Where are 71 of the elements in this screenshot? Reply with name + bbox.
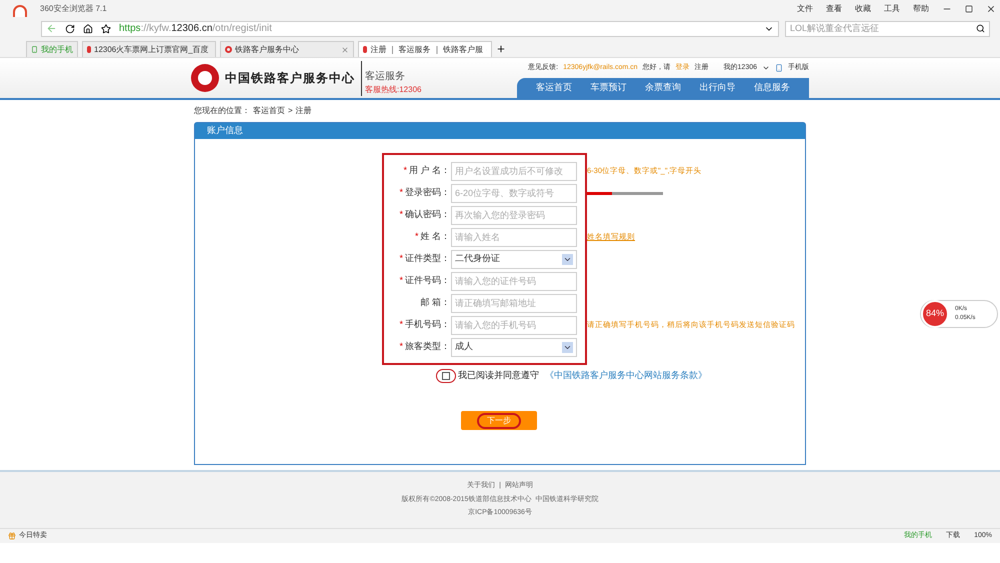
reload-icon[interactable] xyxy=(65,24,75,34)
close-icon[interactable] xyxy=(986,4,996,14)
field-label: 旅客类型： xyxy=(405,340,450,354)
phone-icon xyxy=(775,64,783,72)
required-mark: * xyxy=(414,230,418,244)
browser-tab[interactable]: 12306火车票网上订票官网_百度 xyxy=(82,41,216,57)
agreement-checkbox[interactable] xyxy=(442,372,450,380)
input-field[interactable]: 用户名设置成功后不可修改 xyxy=(451,162,577,180)
new-tab-icon[interactable] xyxy=(496,44,506,54)
breadcrumb-separator: > xyxy=(288,105,293,117)
site-section: 客运服务 xyxy=(365,68,422,84)
field-label: 证件号码： xyxy=(405,274,450,288)
nav-item[interactable]: 余票查询 xyxy=(644,81,681,95)
maximize-icon[interactable] xyxy=(965,4,973,12)
required-mark: * xyxy=(399,274,403,288)
select-field[interactable]: 二代身份证 xyxy=(451,250,577,268)
nav-item[interactable]: 车票预订 xyxy=(590,81,627,95)
phone-icon xyxy=(31,45,38,54)
railway-logo-icon xyxy=(191,64,219,92)
tab-favicon-icon xyxy=(363,46,368,53)
breadcrumb-link[interactable]: 客运首页 xyxy=(253,105,285,117)
breadcrumb-label: 您现在的位置： xyxy=(194,105,250,117)
menu-item[interactable]: 查看 xyxy=(826,2,842,14)
terms-link[interactable]: 《中国铁路客户服务中心网站服务条款》 xyxy=(545,369,707,383)
speed-percent: 84% xyxy=(921,300,949,328)
required-mark: * xyxy=(399,186,403,200)
required-mark: * xyxy=(403,164,407,178)
url-text: https://kyfw.12306.cn/otn/regist/init xyxy=(119,22,272,36)
hotline: 客服热线:12306 xyxy=(365,84,422,96)
dropdown-icon xyxy=(562,342,573,352)
field-label: 证件类型： xyxy=(405,252,450,266)
nav-item[interactable]: 客运首页 xyxy=(536,81,572,95)
caret-icon xyxy=(762,64,770,72)
field-label: 确认密码： xyxy=(405,208,450,222)
menu-item[interactable]: 工具 xyxy=(884,2,900,14)
tab-favicon-icon xyxy=(87,46,91,53)
select-field[interactable]: 成人 xyxy=(451,338,577,356)
input-field[interactable]: 请正确填写邮箱地址 xyxy=(451,294,577,312)
browser-tab[interactable]: 铁路客户服务中心 xyxy=(220,41,354,57)
input-field[interactable]: 请输入您的手机号码 xyxy=(451,316,577,334)
home-icon[interactable] xyxy=(83,24,93,34)
field-label: 姓 名： xyxy=(420,230,450,244)
input-field[interactable]: 请输入姓名 xyxy=(451,228,577,246)
required-mark: * xyxy=(399,208,403,222)
agreement-text: 我已阅读并同意遵守 xyxy=(458,369,539,382)
field-label: 登录密码： xyxy=(405,186,450,200)
browser-tab[interactable]: 注册 ｜ 客运服务 ｜ 铁路客户服 xyxy=(358,41,492,57)
input-field[interactable]: 再次输入您的登录密码 xyxy=(451,206,577,224)
gift-icon xyxy=(8,532,16,540)
required-mark: * xyxy=(399,340,403,354)
site-name: 中国铁路客户服务中心 xyxy=(225,70,355,87)
input-field[interactable]: 6-20位字母、数字或符号 xyxy=(451,184,577,202)
breadcrumb-link[interactable]: 注册 xyxy=(296,105,312,117)
panel-title: 账户信息 xyxy=(207,124,243,138)
star-icon[interactable] xyxy=(101,24,111,34)
required-mark: * xyxy=(399,252,403,266)
field-label: 手机号码： xyxy=(405,318,450,332)
nav-item[interactable]: 信息服务 xyxy=(754,81,790,95)
dropdown-icon xyxy=(562,254,573,264)
search-icon xyxy=(976,24,985,33)
tab-favicon-icon xyxy=(225,46,232,53)
menu-item[interactable]: 文件 xyxy=(797,2,813,14)
menu-item[interactable]: 收藏 xyxy=(855,2,871,14)
field-label: 用 户 名： xyxy=(408,164,450,178)
window-title: 360安全浏览器 7.1 xyxy=(40,2,107,14)
field-label: 邮 箱： xyxy=(420,296,450,310)
search-placeholder: LOL解说董金代言远征 xyxy=(790,22,880,35)
nav-item[interactable]: 出行向导 xyxy=(699,81,736,95)
input-field[interactable]: 请输入您的证件号码 xyxy=(451,272,577,290)
menu-item[interactable]: 帮助 xyxy=(913,2,929,14)
required-mark: * xyxy=(399,318,403,332)
